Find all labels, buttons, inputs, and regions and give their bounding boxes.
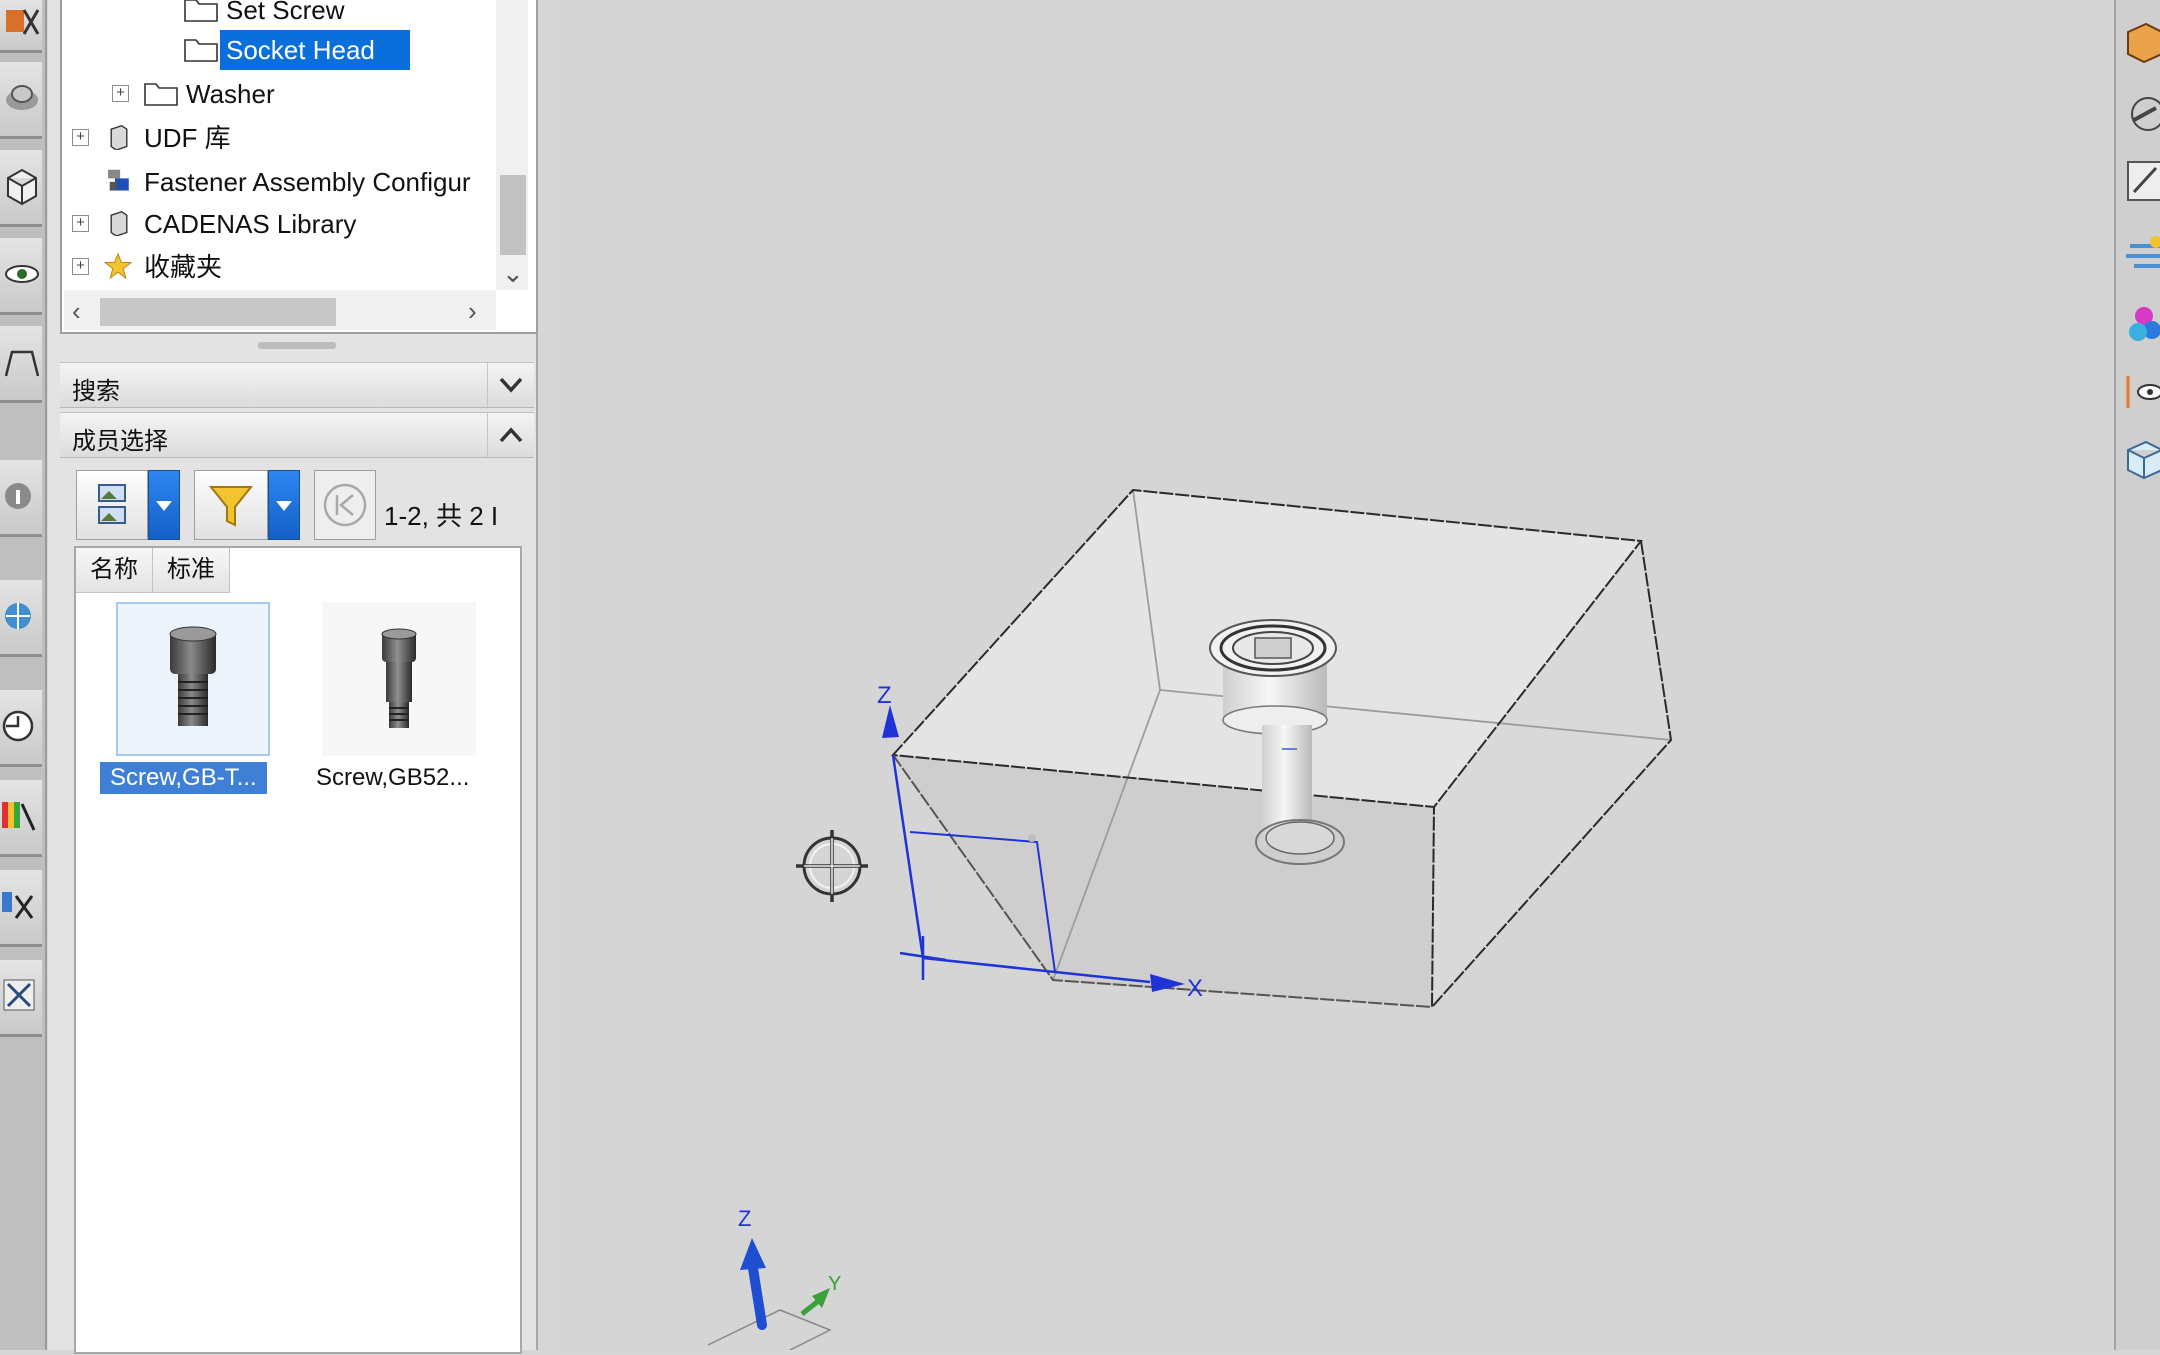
search-section-header[interactable]: 搜索 [60,362,534,408]
model-view[interactable]: Z X Z Y [556,0,2114,1351]
folder-open-icon [184,39,218,62]
clock-icon [2,710,34,742]
star-icon [103,253,133,279]
member-caption[interactable]: Screw,GB52... [306,762,479,794]
info-tab[interactable] [0,460,42,537]
tree-item-label: Washer [186,79,275,109]
skip-back-icon [323,483,367,527]
expand-icon[interactable]: + [72,258,89,275]
thumbnail-view-icon [98,484,126,524]
history-tab[interactable] [0,690,42,767]
page-range-label: 1-2, 共 2 I [384,501,499,531]
show-hide-icon[interactable] [2122,368,2160,414]
member-thumbnail-1[interactable] [116,602,270,756]
member-select-title: 成员选择 [72,428,168,455]
render-style-icon[interactable] [2122,90,2160,136]
palette-tab[interactable] [0,780,42,857]
chevron-down-icon [499,377,523,393]
member-select-section-header[interactable]: 成员选择 [60,412,534,458]
view-mode-button[interactable] [76,470,148,540]
info-icon [5,483,31,509]
color-palette-icon[interactable] [2122,300,2160,346]
fastener-config-icon [108,169,129,191]
tree-hscroll-thumb[interactable] [100,298,336,326]
constraint-navigator-tab[interactable] [0,62,42,139]
eye-icon [5,265,39,283]
tree-item-label: Socket Head [220,30,410,70]
roles-icon [2,892,34,919]
reuse-library-tab[interactable] [0,326,42,403]
part-icon [7,168,37,206]
scroll-left-icon[interactable]: ‹ [72,296,81,326]
background-icon[interactable] [2122,232,2160,278]
assembly-icon [6,9,40,35]
globe-icon [5,603,31,629]
column-header-standard[interactable]: 标准 [153,548,230,593]
roles-tab[interactable] [0,870,42,947]
folder-icon [144,83,178,106]
search-section-title: 搜索 [72,378,120,405]
right-toolbar [2114,0,2160,1350]
view-cube-icon[interactable] [2122,436,2160,482]
tree-item-label: UDF 库 [144,123,231,153]
constraint-icon [6,85,38,110]
expand-section-button[interactable] [487,363,534,407]
tree-item-label: Set Screw [226,0,345,25]
library-book-icon [110,124,128,150]
palette-icon [2,802,36,831]
view-mode-dropdown[interactable] [148,470,180,540]
folder-icon [184,0,218,22]
chevron-up-icon [499,427,523,443]
socket-head-screw-image [169,626,217,726]
tree-item-label: Fastener Assembly Configur [144,167,471,197]
filter-funnel-icon [208,486,254,527]
csys-x-label: X [1187,975,1203,1002]
column-header-name[interactable]: 名称 [76,548,153,593]
resource-bar [0,0,47,1350]
library-icon [4,350,40,377]
filter-button[interactable] [194,470,268,540]
tree-scroll-thumb[interactable] [500,175,526,255]
orient-view-icon[interactable] [2122,20,2160,66]
tree-item-label: 收藏夹 [144,252,223,282]
shoulder-screw-image [381,628,417,728]
expand-icon[interactable]: + [72,129,89,146]
view-navigator-tab[interactable] [0,238,42,315]
member-caption[interactable]: Screw,GB-T... [100,762,267,794]
triad-z-label: Z [738,1206,751,1231]
library-book-icon [110,210,128,236]
view-triad[interactable] [707,1238,832,1351]
scroll-down-icon[interactable]: ⌄ [502,258,524,288]
expand-icon[interactable]: + [72,215,89,232]
web-browser-tab[interactable] [0,580,42,657]
graphics-window[interactable]: Z X Z Y [556,0,2114,1351]
assembly-navigator-tab[interactable] [0,0,42,53]
crosshair-cursor-icon [796,830,868,902]
member-thumbnail-2[interactable] [322,602,476,756]
tree-item-label: CADENAS Library [144,209,357,239]
scroll-right-icon[interactable]: › [468,296,477,326]
splitter-handle[interactable] [258,342,336,349]
filter-dropdown[interactable] [268,470,300,540]
part-navigator-tab[interactable] [0,150,42,227]
csys-z-label: Z [877,682,892,709]
first-page-button[interactable] [314,470,376,540]
edit-section-icon[interactable] [2122,158,2160,204]
triad-y-label: Y [828,1273,841,1295]
system-scenes-tab[interactable] [0,960,42,1037]
tools-icon [3,979,35,1011]
collapse-section-button[interactable] [487,413,534,457]
expand-icon[interactable]: + [112,85,129,102]
